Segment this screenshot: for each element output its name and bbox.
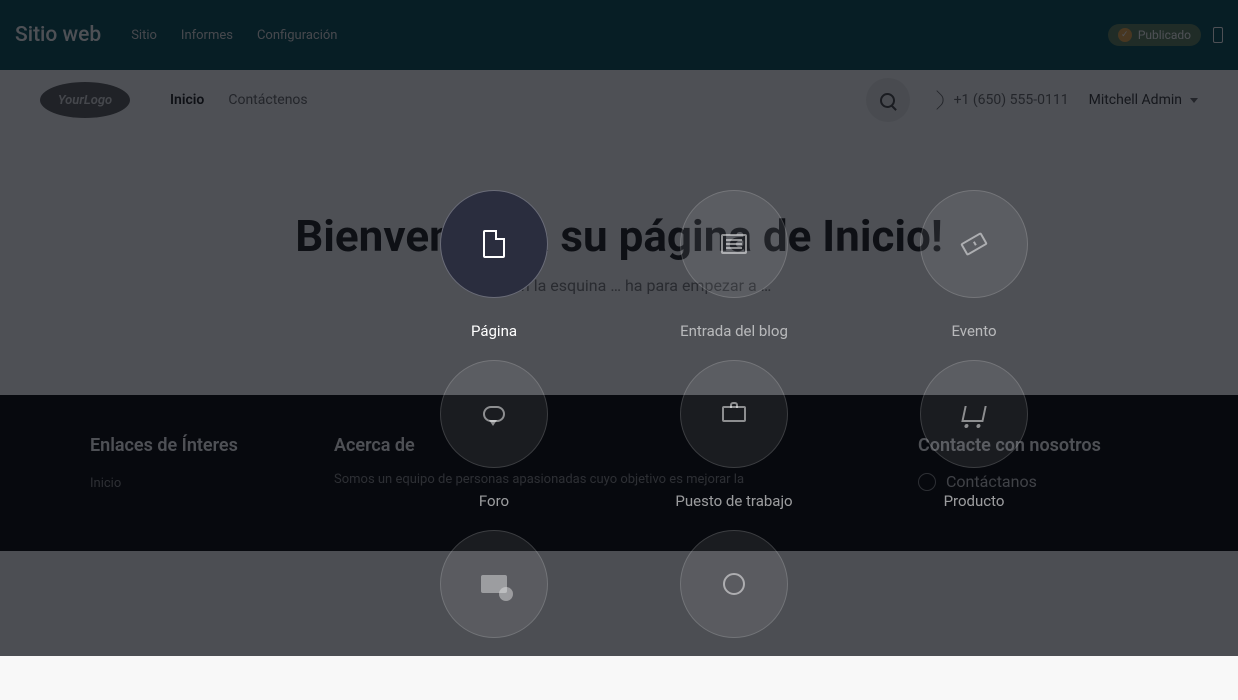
chat-bubble-icon bbox=[483, 406, 505, 422]
content-type-curso[interactable] bbox=[374, 530, 614, 700]
briefcase-icon bbox=[722, 406, 746, 422]
content-type-entrada-blog[interactable]: Entrada del blog bbox=[614, 190, 854, 360]
cart-icon bbox=[961, 406, 986, 422]
content-type-puesto-trabajo[interactable]: Puesto de trabajo bbox=[614, 360, 854, 530]
circle-icon bbox=[723, 573, 745, 595]
page-icon bbox=[483, 230, 505, 258]
content-type-grid: Página Entrada del blog Evento Foro Pues… bbox=[374, 190, 1094, 700]
newspaper-icon bbox=[721, 234, 747, 254]
content-type-producto[interactable]: Producto bbox=[854, 360, 1094, 530]
new-content-overlay[interactable]: Página Entrada del blog Evento Foro Pues… bbox=[0, 0, 1238, 656]
content-type-evento[interactable]: Evento bbox=[854, 190, 1094, 360]
content-type-foro[interactable]: Foro bbox=[374, 360, 614, 530]
presentation-icon bbox=[481, 575, 507, 593]
ticket-icon bbox=[960, 232, 988, 256]
content-type-livechat[interactable] bbox=[614, 530, 854, 700]
content-type-pagina[interactable]: Página bbox=[374, 190, 614, 360]
